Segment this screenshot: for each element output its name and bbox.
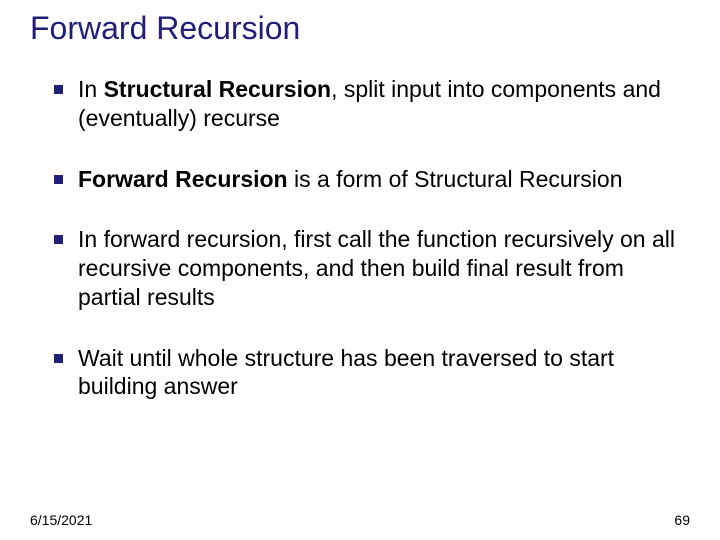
bullet-bold: Forward Recursion [78,166,288,192]
bullet-item: In forward recursion, first call the fun… [54,225,690,311]
slide-title: Forward Recursion [30,10,690,47]
bullet-text: Wait until whole structure has been trav… [78,345,614,400]
bullet-text: is a form of Structural Recursion [288,166,623,192]
bullet-text: In forward recursion, first call the fun… [78,226,675,310]
bullet-item: Forward Recursion is a form of Structura… [54,165,690,194]
footer: 6/15/2021 69 [30,512,690,528]
footer-date: 6/15/2021 [30,512,92,528]
bullet-text: In [78,76,104,102]
bullet-item: Wait until whole structure has been trav… [54,344,690,402]
bullet-item: In Structural Recursion, split input int… [54,75,690,133]
bullet-list: In Structural Recursion, split input int… [30,75,690,401]
footer-page-number: 69 [674,512,690,528]
slide: Forward Recursion In Structural Recursio… [0,0,720,540]
bullet-bold: Structural Recursion [104,76,332,102]
